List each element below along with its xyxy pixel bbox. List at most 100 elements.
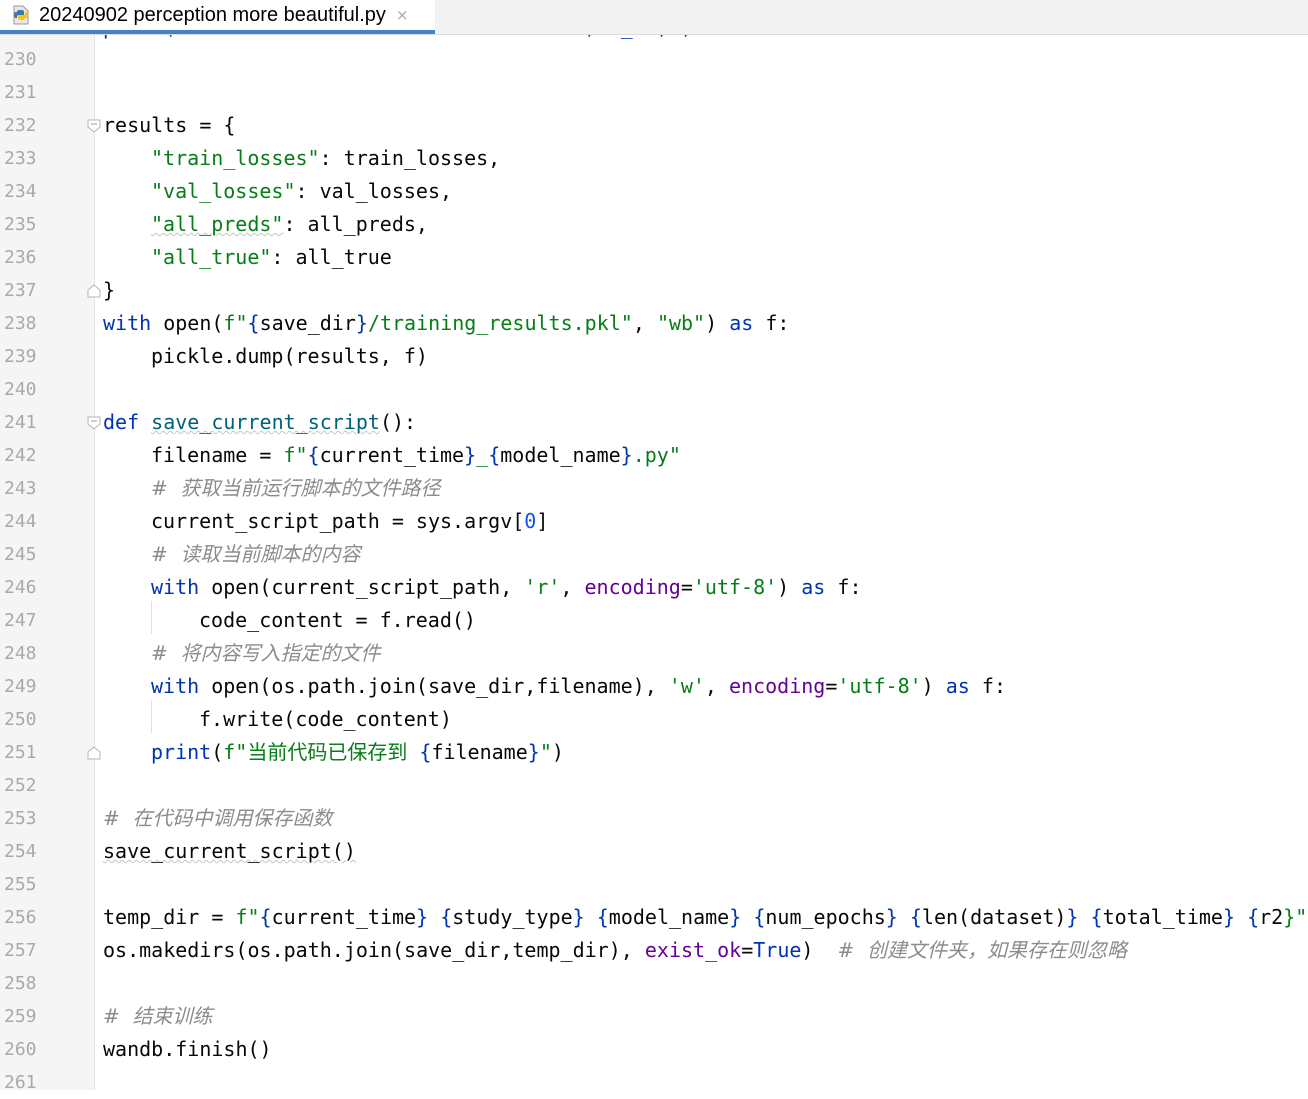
code-token: { (419, 740, 432, 764)
code-comment: # 获取当前运行脚本的文件路径 (151, 476, 441, 500)
code-token: ) (777, 575, 802, 599)
code-token: } (1066, 905, 1079, 929)
code-line-246: with open(current_script_path, 'r', enco… (151, 571, 861, 604)
code-token: filename = (151, 443, 284, 467)
line-number: 257 (4, 940, 37, 961)
code-token: current_script_path = sys.argv[ (151, 509, 525, 533)
code-token: ) (705, 311, 730, 335)
code-comment: # 将内容写入指定的文件 (151, 641, 381, 665)
code-token: : all_preds, (283, 212, 428, 236)
code-token: with (151, 575, 200, 599)
code-token: 0 (524, 509, 537, 533)
code-token: { (909, 905, 922, 929)
code-line-253: # 在代码中调用保存函数 (103, 802, 332, 835)
line-number: 261 (4, 1072, 37, 1093)
code-token: f"当前代码已保存到 (223, 740, 420, 764)
line-number: 237 (4, 280, 37, 301)
code-token: filename (431, 740, 528, 764)
code-token: exist_ok (644, 938, 742, 962)
code-token: results = { (103, 113, 236, 137)
line-number: 234 (4, 181, 37, 202)
code-token: current_time (271, 905, 417, 929)
code-token: f" (223, 311, 248, 335)
code-token: } (527, 740, 540, 764)
code-line-242: filename = f"{current_time}_{model_name}… (151, 439, 681, 472)
line-number: 231 (4, 82, 37, 103)
code-token: } (355, 311, 368, 335)
code-token: encoding (729, 674, 826, 698)
line-number-gutter: 230 231 232 233 234 235 236 237 238 239 … (0, 35, 94, 1093)
code-token: } (572, 905, 585, 929)
indent-guide (151, 700, 152, 733)
code-line-257: os.makedirs(os.path.join(save_dir,temp_d… (103, 934, 1127, 967)
code-token: with (103, 311, 152, 335)
code-line-237: } (103, 274, 115, 307)
code-token: open( (151, 311, 224, 335)
line-number: 241 (4, 412, 37, 433)
code-token: = (741, 938, 754, 962)
line-number: 247 (4, 610, 37, 631)
code-token: { (488, 443, 501, 467)
code-token: f: (969, 674, 1006, 698)
code-token: f: (825, 575, 862, 599)
line-number: 233 (4, 148, 37, 169)
code-token: open(current_script_path, (199, 575, 525, 599)
code-token: save_dir (259, 311, 356, 335)
code-line-243: # 获取当前运行脚本的文件路径 (151, 472, 440, 505)
close-icon[interactable]: × (396, 6, 409, 24)
code-token: f.write(code_content) (199, 707, 452, 731)
code-line-239: pickle.dump(results, f) (151, 340, 428, 373)
code-line-254: save_current_script() (103, 835, 356, 868)
code-token: r2 (1259, 905, 1284, 929)
code-token: { (307, 443, 320, 467)
code-comment: # 结束训练 (103, 1004, 213, 1028)
line-number: 250 (4, 709, 37, 730)
line-number: 253 (4, 808, 37, 829)
code-line-232: results = { (103, 109, 235, 142)
code-token: current_time (319, 443, 465, 467)
code-editor[interactable]: p ( f" ) _ ) ) results = { "train_losses… (95, 35, 1308, 1090)
code-token: { (1247, 905, 1260, 929)
code-token: save_current_script (151, 410, 380, 434)
line-number: 242 (4, 445, 37, 466)
code-token: , (704, 674, 729, 698)
line-number: 248 (4, 643, 37, 664)
code-token: (): (379, 410, 417, 434)
line-number: 252 (4, 775, 37, 796)
code-token: def (103, 410, 140, 434)
code-token: 'w' (668, 674, 705, 698)
code-token: } (103, 278, 116, 302)
code-line-259: # 结束训练 (103, 1000, 212, 1033)
code-comment: # 创建文件夹，如果存在则忽略 (837, 938, 1128, 962)
code-line-cutoff: p ( f" ) _ ) ) (103, 35, 693, 44)
line-number: 240 (4, 379, 37, 400)
code-token: 'utf-8' (692, 575, 778, 599)
line-number: 254 (4, 841, 37, 862)
code-line-248: # 将内容写入指定的文件 (151, 637, 380, 670)
code-token: ) (551, 740, 564, 764)
file-tab[interactable]: 20240902 perception more beautiful.py × (0, 0, 435, 34)
indent-guide (151, 601, 152, 634)
code-token: f" (283, 443, 308, 467)
code-token: { (596, 905, 609, 929)
code-token: pickle.dump(results, f) (151, 344, 428, 368)
code-token: : all_true (271, 245, 392, 269)
code-token: /training_results.pkl" (367, 311, 633, 335)
code-token: "val_losses" (151, 179, 296, 203)
code-token: { (440, 905, 453, 929)
code-line-256: temp_dir = f"{current_time} {study_type}… (103, 901, 1307, 934)
code-token: num_epochs (765, 905, 886, 929)
code-token: print (151, 740, 212, 764)
code-token: _ (476, 443, 489, 467)
code-token: 'utf-8' (837, 674, 922, 698)
code-line-238: with open(f"{save_dir}/training_results.… (103, 307, 789, 340)
code-token: } (1222, 905, 1236, 929)
code-token: wandb.finish() (103, 1037, 272, 1061)
code-token: "wb" (656, 311, 706, 335)
code-token: open(os.path.join(save_dir,filename), (199, 674, 669, 698)
